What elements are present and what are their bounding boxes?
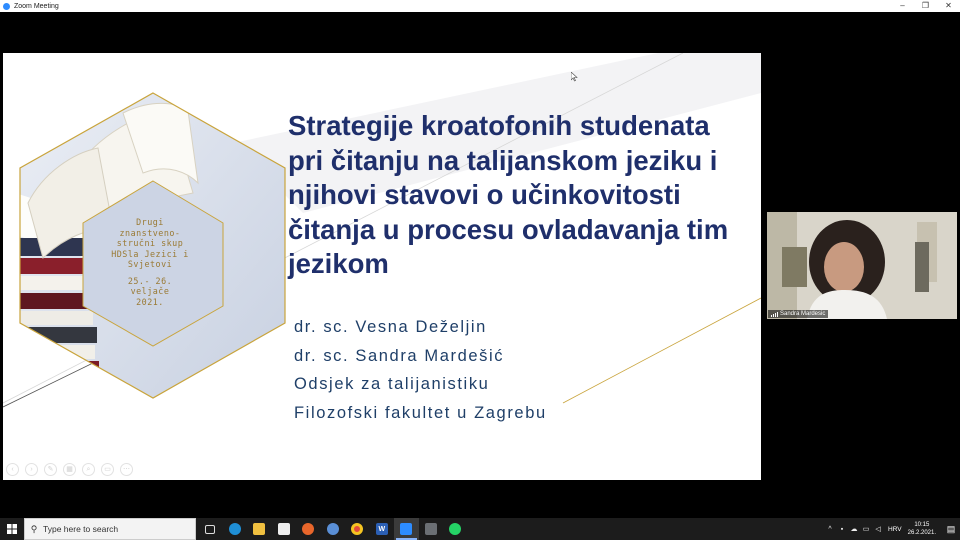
slide-authors: dr. sc. Vesna Deželjin dr. sc. Sandra Ma… bbox=[294, 313, 547, 427]
author-line: Odsjek za talijanistiku bbox=[294, 375, 490, 393]
mouse-cursor-icon bbox=[571, 72, 578, 82]
firefox-button[interactable] bbox=[296, 518, 321, 540]
clock-date: 26.2.2021. bbox=[907, 530, 936, 536]
taskbar-search[interactable]: ⚲ bbox=[24, 518, 196, 540]
cloud-icon[interactable]: ☁ bbox=[848, 525, 860, 533]
notification-icon[interactable]: ▤ bbox=[942, 524, 960, 535]
windows-taskbar: ⚲ W ^ ▪ ☁ ▭ ◁ HRV 10:15 26.2.2021. ▤ bbox=[0, 518, 960, 540]
volume-icon[interactable]: ◁ bbox=[872, 525, 884, 533]
store-icon bbox=[277, 523, 290, 535]
event-line: stručni skup bbox=[116, 238, 184, 248]
participant-video-frame bbox=[767, 212, 957, 319]
word-button[interactable]: W bbox=[370, 518, 395, 540]
grid-icon[interactable]: ▦ bbox=[63, 463, 76, 476]
file-explorer-button[interactable] bbox=[247, 518, 272, 540]
input-language[interactable]: HRV bbox=[888, 526, 902, 533]
store-button[interactable] bbox=[272, 518, 297, 540]
signal-icon bbox=[771, 311, 778, 317]
calculator-icon bbox=[424, 523, 437, 535]
next-icon[interactable]: › bbox=[25, 463, 38, 476]
participant-video[interactable]: Sandra Mardesic bbox=[767, 212, 957, 319]
author-line: dr. sc. Sandra Mardešić bbox=[294, 346, 505, 365]
event-line: Svjetovi bbox=[127, 259, 173, 269]
zoom-icon[interactable]: ⌕ bbox=[82, 463, 95, 476]
word-icon: W bbox=[375, 523, 388, 535]
meeting-area: Drugi znanstveno- stručni skup HDSla Jez… bbox=[0, 12, 960, 518]
thunderbird-icon bbox=[326, 523, 339, 535]
slide-show-toolbar: ‹ › ✎ ▦ ⌕ ▭ ⋯ bbox=[6, 463, 133, 476]
search-input[interactable] bbox=[43, 524, 183, 534]
window-title-bar: Zoom Meeting – ❐ ✕ bbox=[0, 0, 960, 12]
shared-screen-slide[interactable]: Drugi znanstveno- stručni skup HDSla Jez… bbox=[3, 53, 761, 480]
chrome-button[interactable] bbox=[345, 518, 370, 540]
minimize-button[interactable]: – bbox=[891, 0, 914, 12]
thunderbird-button[interactable] bbox=[321, 518, 346, 540]
subtitles-icon[interactable]: ▭ bbox=[101, 463, 114, 476]
close-button[interactable]: ✕ bbox=[937, 0, 960, 12]
search-icon: ⚲ bbox=[30, 523, 38, 534]
zoom-app-icon bbox=[3, 2, 10, 10]
task-view-icon bbox=[205, 524, 216, 534]
edge-button[interactable] bbox=[223, 518, 248, 540]
restore-button[interactable]: ❐ bbox=[914, 0, 937, 12]
participant-name-tag: Sandra Mardesic bbox=[768, 310, 829, 318]
edge-icon bbox=[228, 523, 241, 535]
event-line: znanstveno- bbox=[119, 227, 181, 238]
event-date-line: veljače bbox=[130, 286, 170, 296]
network-icon[interactable]: ▭ bbox=[860, 525, 872, 533]
chevron-up-icon[interactable]: ^ bbox=[824, 526, 836, 533]
event-line: Drugi bbox=[136, 217, 164, 227]
tray-app-icon[interactable]: ▪ bbox=[836, 526, 848, 533]
folder-icon bbox=[253, 523, 266, 535]
slide-title: Strategije kroatofonih studenata pri čit… bbox=[288, 110, 729, 279]
more-icon[interactable]: ⋯ bbox=[120, 463, 133, 476]
participant-name: Sandra Mardesic bbox=[780, 311, 826, 317]
window-controls: – ❐ ✕ bbox=[891, 0, 960, 12]
prev-icon[interactable]: ‹ bbox=[6, 463, 19, 476]
event-line: HDSla Jezici i bbox=[111, 248, 189, 259]
zoom-button[interactable] bbox=[394, 518, 419, 540]
chrome-icon bbox=[351, 523, 364, 535]
pen-icon[interactable]: ✎ bbox=[44, 463, 57, 476]
start-button[interactable] bbox=[0, 518, 24, 540]
zoom-icon bbox=[400, 523, 413, 535]
window-title: Zoom Meeting bbox=[14, 2, 59, 10]
firefox-icon bbox=[302, 523, 315, 535]
task-view-button[interactable] bbox=[198, 518, 223, 540]
calculator-button[interactable] bbox=[419, 518, 444, 540]
event-date-line: 2021. bbox=[136, 296, 164, 307]
whatsapp-icon bbox=[449, 523, 462, 535]
clock[interactable]: 10:15 26.2.2021. bbox=[908, 521, 936, 537]
taskbar-apps: W bbox=[198, 518, 468, 540]
windows-icon bbox=[7, 524, 17, 534]
system-tray: ^ ▪ ☁ ▭ ◁ HRV 10:15 26.2.2021. ▤ bbox=[824, 518, 960, 540]
author-line: dr. sc. Vesna Deželjin bbox=[294, 318, 487, 336]
event-date-line: 25.- 26. bbox=[127, 275, 173, 286]
whatsapp-button[interactable] bbox=[443, 518, 468, 540]
author-line: Filozofski fakultet u Zagrebu bbox=[294, 403, 547, 422]
event-info: Drugi znanstveno- stručni skup HDSla Jez… bbox=[85, 217, 215, 307]
clock-time: 10:15 bbox=[914, 522, 930, 528]
